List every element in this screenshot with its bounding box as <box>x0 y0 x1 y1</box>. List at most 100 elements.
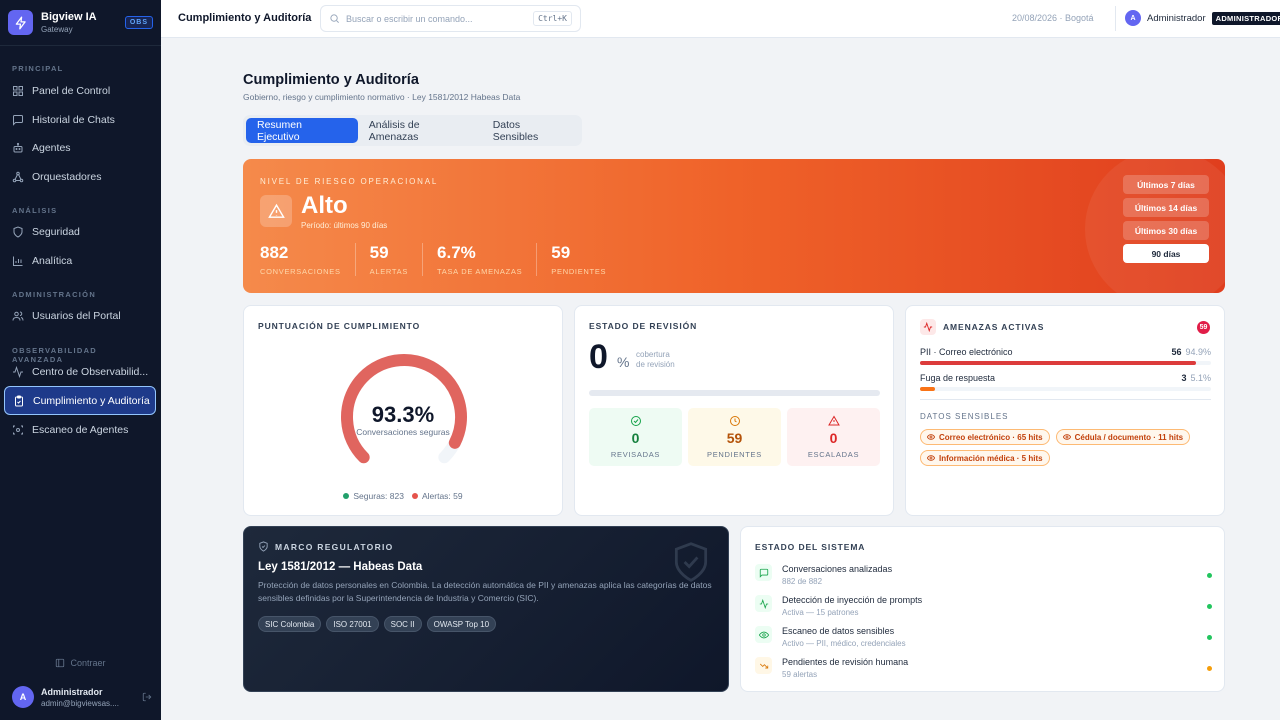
page-subtitle: Gobierno, riesgo y cumplimiento normativ… <box>243 92 521 102</box>
threat-count: 56 <box>1171 347 1182 357</box>
range-7-days[interactable]: Últimos 7 días <box>1123 175 1209 194</box>
threat-count-badge: 59 <box>1197 321 1210 334</box>
avatar: A <box>12 686 34 708</box>
message-icon <box>759 568 768 578</box>
status-dot <box>1207 573 1212 578</box>
topbar-user-menu[interactable]: A Administrador ADMINISTRADOR <box>1125 10 1280 26</box>
stat-value: 59 <box>369 243 389 262</box>
sidebar-item-label: Seguridad <box>32 226 80 238</box>
sidebar-item-cumplimiento-y-auditoria[interactable]: Cumplimiento y Auditoría <box>4 386 156 415</box>
tab-resumen-ejecutivo[interactable]: Resumen Ejecutivo <box>246 118 358 143</box>
topbar: Cumplimiento y Auditoría Buscar o escrib… <box>161 0 1280 38</box>
sidebar-item-centro-de-observabilidad[interactable]: Centro de Observabilid... <box>4 359 156 385</box>
stat-label: ALERTAS <box>369 267 409 276</box>
alert-triangle-icon <box>827 415 840 426</box>
pulse-icon <box>759 598 768 609</box>
sensitive-chips: Correo electrónico · 65 hits Cédula / doc… <box>920 428 1216 470</box>
sidebar-item-seguridad[interactable]: Seguridad <box>4 219 156 245</box>
range-30-days[interactable]: Últimos 30 días <box>1123 221 1209 240</box>
section-principal: PRINCIPAL <box>12 64 64 73</box>
risk-period: Período: últimos 90 días <box>301 221 388 230</box>
compliance-caption: Conversaciones seguras <box>356 427 450 437</box>
range-14-days[interactable]: Últimos 14 días <box>1123 198 1209 217</box>
risk-label: NIVEL DE RIESGO OPERACIONAL <box>260 177 439 186</box>
trend-down-icon <box>759 663 768 668</box>
status-dot <box>1207 635 1212 640</box>
sidebar-item-label: Agentes <box>32 142 71 154</box>
stat-label: TASA DE AMENAZAS <box>437 267 523 276</box>
chip-medica[interactable]: Información médica · 5 hits <box>920 450 1050 466</box>
review-box-revisadas: 0 REVISADAS <box>589 408 682 466</box>
review-coverage-value: 0 <box>589 338 608 376</box>
threat-row[interactable]: Fuga de respuesta 3 5.1% <box>920 373 1211 391</box>
stat-tasa-de-amenazas: 6.7% TASA DE AMENAZAS <box>437 243 538 276</box>
threat-count: 3 <box>1181 373 1187 383</box>
divider <box>920 399 1211 400</box>
sidebar-item-usuarios-del-portal[interactable]: Usuarios del Portal <box>4 303 156 329</box>
box-value: 0 <box>631 430 640 446</box>
sidebar-item-orquestadores[interactable]: Orquestadores <box>4 164 156 190</box>
threat-row[interactable]: PII · Correo electrónico 56 94.9% <box>920 347 1211 365</box>
threat-label: Fuga de respuesta <box>920 373 996 383</box>
sidebar-item-agentes[interactable]: Agentes <box>4 135 156 161</box>
system-status-card: ESTADO DEL SISTEMA Conversaciones analiz… <box>740 526 1225 692</box>
review-coverage-caption: cobertura de revisión <box>636 350 675 370</box>
active-threats-card: AMENAZAS ACTIVAS 59 PII · Correo electró… <box>905 305 1225 516</box>
sidebar-item-label: Analítica <box>32 255 73 267</box>
system-item-title: Escaneo de datos sensibles <box>782 626 895 636</box>
search-input[interactable]: Buscar o escribir un comando... Ctrl+K <box>320 5 581 32</box>
card-title: AMENAZAS ACTIVAS <box>943 322 1045 332</box>
caption-line: de revisión <box>636 360 675 369</box>
collapse-button[interactable]: Contraer <box>0 658 161 668</box>
sidebar-item-label: Usuarios del Portal <box>32 310 121 322</box>
system-item: Escaneo de datos sensibles Activo — PII, … <box>755 626 1212 648</box>
check-circle-icon <box>630 416 641 426</box>
stat-value: 59 <box>551 243 571 262</box>
tag: SOC II <box>383 616 422 632</box>
threat-label: PII · Correo electrónico <box>920 347 1013 357</box>
sidebar-item-historial-de-chats[interactable]: Historial de Chats <box>4 107 156 133</box>
page-title: Cumplimiento y Auditoría <box>243 72 419 88</box>
tab-datos-sensibles[interactable]: Datos Sensibles <box>482 118 579 143</box>
chip-label: Correo electrónico · 65 hits <box>939 432 1043 442</box>
review-coverage-unit: % <box>617 354 630 370</box>
compliance-score-card: PUNTUACIÓN DE CUMPLIMIENTO 93.3% Convers… <box>243 305 563 516</box>
chip-correo[interactable]: Correo electrónico · 65 hits <box>920 429 1050 445</box>
chip-label: Cédula / documento · 11 hits <box>1074 432 1184 442</box>
sidebar-item-panel-de-control[interactable]: Panel de Control <box>4 78 156 104</box>
compliance-score: 93.3% <box>371 402 435 427</box>
obs-badge: OBS <box>124 16 153 29</box>
card-title: ESTADO DE REVISIÓN <box>589 321 698 331</box>
shield-icon <box>13 226 23 238</box>
stat-alertas: 59 ALERTAS <box>369 243 424 276</box>
user-name: Administrador <box>41 686 103 697</box>
system-item-title: Detección de inyección de prompts <box>782 595 923 605</box>
card-header: AMENAZAS ACTIVAS <box>920 319 1044 335</box>
stat-value: 6.7% <box>437 243 476 262</box>
range-90-days[interactable]: 90 días <box>1123 244 1209 263</box>
legend-dot <box>343 493 350 499</box>
brand[interactable]: Bigview IA Gateway OBS <box>0 0 161 46</box>
risk-stats: 882 CONVERSACIONES 59 ALERTAS 6.7% TASA DE … <box>260 243 634 276</box>
review-box-pendientes: 59 PENDIENTES <box>688 408 781 466</box>
sidebar-user[interactable]: A Administrador admin@bigviewsas.... <box>12 686 152 708</box>
bot-icon <box>13 142 23 153</box>
card-title: ESTADO DEL SISTEMA <box>755 542 866 552</box>
pulse-icon <box>920 319 936 335</box>
review-boxes: 0 REVISADAS 59 PENDIENTES 0 ESCALADAS <box>589 408 886 466</box>
stat-value: 882 <box>260 243 289 262</box>
tab-bar: Resumen Ejecutivo Análisis de Amenazas D… <box>243 115 582 146</box>
sidebar-item-label: Historial de Chats <box>32 114 115 126</box>
section-analisis: ANÁLISIS <box>12 206 58 215</box>
clipboard-icon <box>15 395 23 406</box>
stat-label: PENDIENTES <box>551 267 607 276</box>
box-label: ESCALADAS <box>807 450 860 459</box>
sidebar: Bigview IA Gateway OBS PRINCIPAL Panel d… <box>0 0 161 720</box>
tab-analisis-de-amenazas[interactable]: Análisis de Amenazas <box>358 118 482 143</box>
sidebar-item-escaneo-de-agentes[interactable]: Escaneo de Agentes <box>4 417 156 443</box>
logout-icon[interactable] <box>142 692 152 702</box>
time-range-selector: Últimos 7 días Últimos 14 días Últimos 3… <box>1123 175 1209 267</box>
legend-label: Seguras: 823 <box>353 491 404 501</box>
sidebar-item-analitica[interactable]: Analítica <box>4 248 156 274</box>
chip-cedula[interactable]: Cédula / documento · 11 hits <box>1055 429 1191 445</box>
